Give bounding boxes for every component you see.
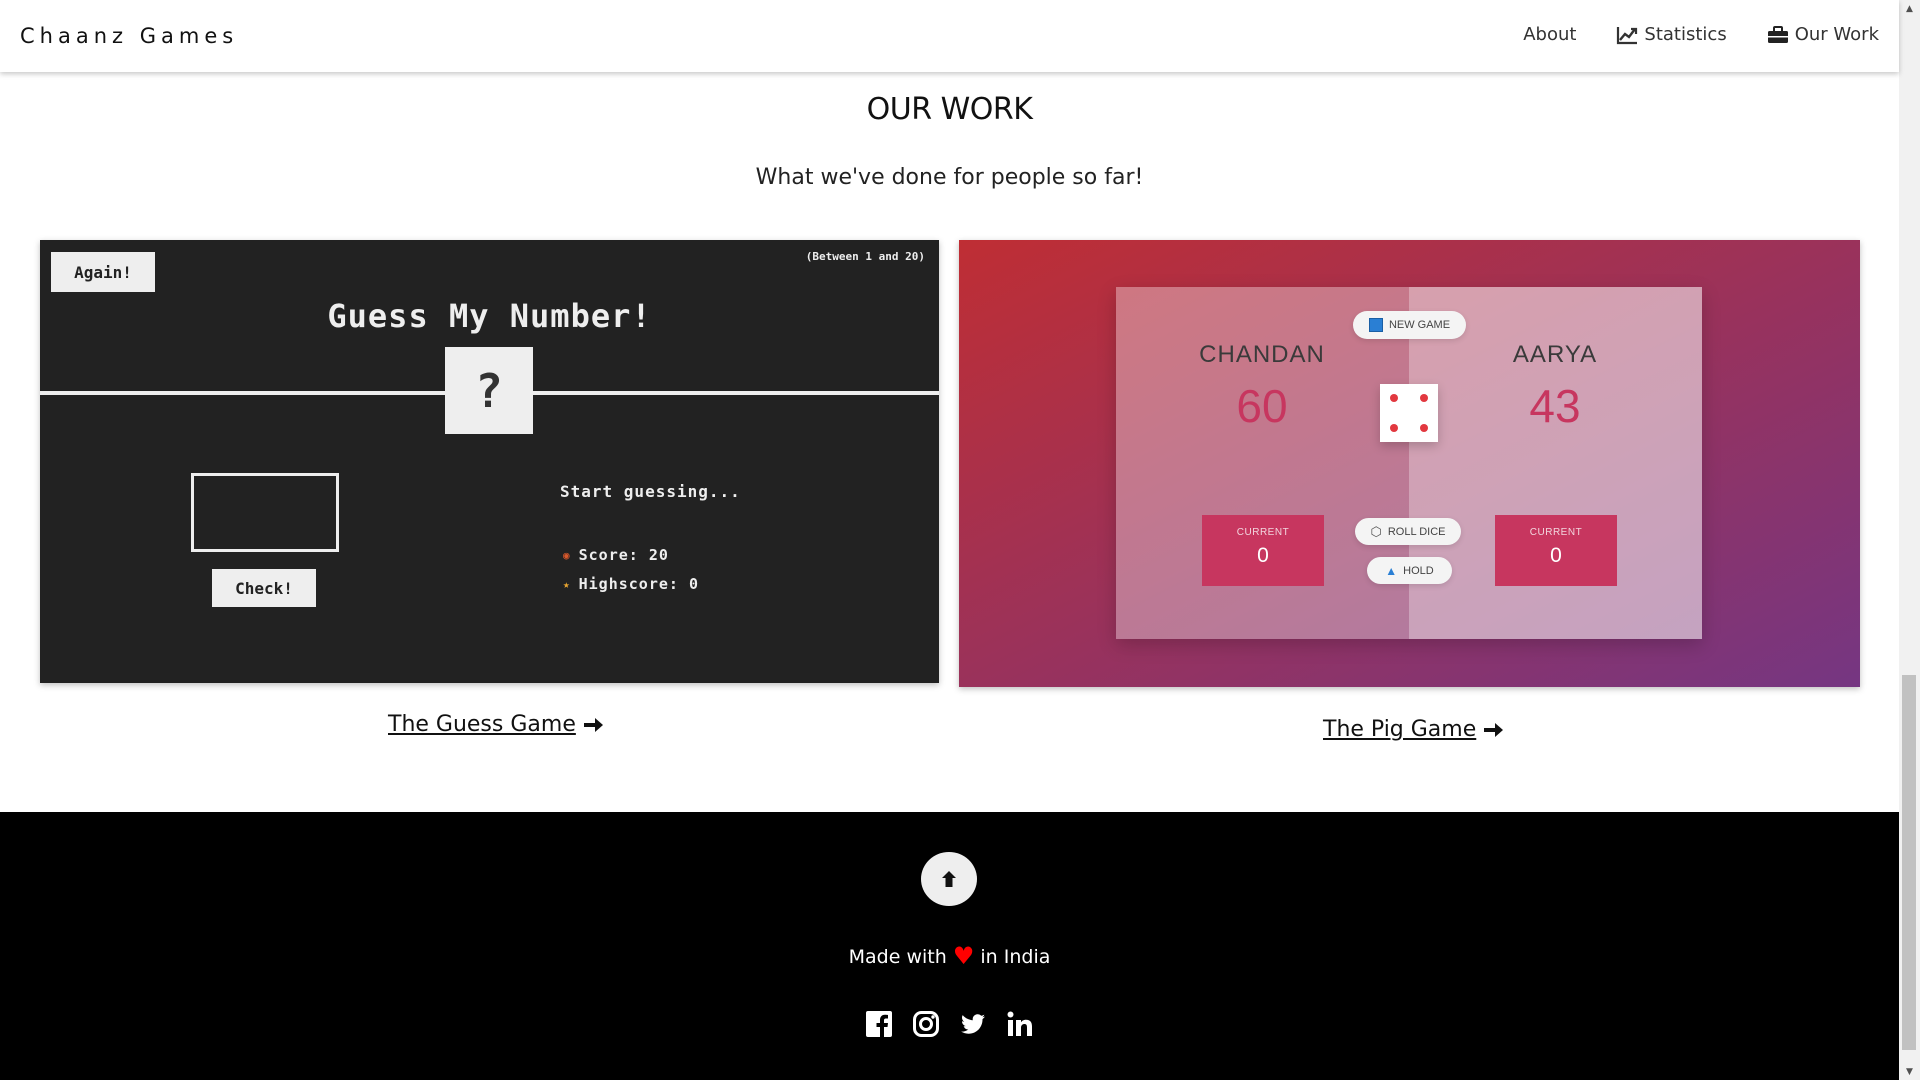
trophy-icon: ★	[563, 577, 571, 591]
guess-title: Guess My Number!	[327, 297, 652, 335]
nav-link-our-work[interactable]: Our Work	[1767, 24, 1879, 45]
pig-game-link-label: The Pig Game	[1323, 717, 1477, 742]
new-game-icon	[1368, 318, 1383, 332]
dice	[1380, 384, 1438, 442]
player-2-name: AARYA	[1512, 341, 1598, 368]
new-game-label: NEW GAME	[1388, 319, 1451, 331]
navbar: Chaanz Games About Statistics Our Work	[0, 0, 1899, 72]
briefcase-icon	[1767, 25, 1788, 43]
nav-link-label: About	[1523, 24, 1577, 45]
again-button: Again!	[51, 252, 155, 292]
scrollbar[interactable]: ▲ ▼	[1899, 0, 1920, 1080]
secret-number-box: ?	[445, 347, 533, 434]
instagram-icon[interactable]	[912, 1010, 940, 1038]
dice-pip	[1390, 394, 1398, 402]
roll-dice-button: ⬡ ROLL DICE	[1355, 518, 1461, 545]
range-label: (Between 1 and 20)	[805, 250, 925, 263]
scroll-down-arrow-icon[interactable]: ▼	[1899, 1063, 1920, 1080]
dice-pip	[1420, 394, 1428, 402]
heart-icon: ♥	[952, 942, 975, 970]
scroll-up-arrow-icon[interactable]: ▲	[1899, 0, 1920, 17]
player-2-score: 43	[1529, 380, 1581, 432]
guess-game-preview: Again! (Between 1 and 20) Guess My Numbe…	[40, 240, 939, 683]
hold-label: HOLD	[1403, 564, 1434, 577]
dice-pip	[1420, 424, 1428, 432]
brand-logo[interactable]: Chaanz Games	[20, 24, 238, 48]
nav-links: About Statistics Our Work	[1523, 24, 1879, 45]
score-icon: ◉	[563, 548, 571, 562]
player-1-current: CURRENT 0	[1202, 515, 1324, 586]
player-2-current: CURRENT 0	[1495, 515, 1617, 586]
current-label: CURRENT	[1529, 527, 1583, 538]
linkedin-icon[interactable]	[1006, 1010, 1034, 1038]
pig-game-link[interactable]: The Pig Game	[1323, 717, 1504, 742]
made-prefix: Made with	[848, 946, 947, 968]
nav-link-statistics[interactable]: Statistics	[1616, 24, 1727, 45]
scroll-to-top-button[interactable]	[921, 852, 977, 906]
pig-board: CHANDAN 60 AARYA 43 NEW GAME CURRENT 0 C…	[1116, 287, 1702, 639]
player-2-panel	[1409, 287, 1702, 639]
arrow-up-icon	[942, 871, 956, 887]
hold-button: ▲ HOLD	[1367, 557, 1452, 584]
line-chart-icon	[1617, 26, 1638, 44]
arrow-right-icon	[1484, 722, 1504, 737]
pig-game-preview: CHANDAN 60 AARYA 43 NEW GAME CURRENT 0 C…	[959, 240, 1860, 687]
hold-icon: ▲	[1385, 563, 1398, 578]
made-with-text: Made with ♥ in India	[0, 942, 1899, 970]
player-1-score: 60	[1236, 380, 1288, 432]
nav-link-about[interactable]: About	[1523, 24, 1576, 45]
current-value: 0	[1550, 544, 1562, 567]
dice-icon: ⬡	[1370, 523, 1382, 539]
score-label: Score: 20	[578, 546, 669, 564]
current-value: 0	[1257, 544, 1269, 567]
made-suffix: in India	[980, 946, 1051, 968]
nav-link-label: Our Work	[1794, 24, 1879, 45]
player-1-name: CHANDAN	[1199, 341, 1325, 368]
guess-input	[191, 473, 339, 552]
nav-link-label: Statistics	[1644, 24, 1727, 45]
guess-game-link[interactable]: The Guess Game	[388, 712, 604, 737]
highscore-label: Highscore: 0	[578, 575, 699, 593]
guess-message: Start guessing...	[560, 482, 741, 501]
score-row: ◉ Score: 20	[563, 546, 669, 564]
scrollbar-thumb[interactable]	[1902, 675, 1916, 1050]
new-game-button: NEW GAME	[1353, 311, 1466, 339]
social-links	[865, 1010, 1034, 1038]
arrow-right-icon	[583, 717, 603, 732]
section-subtitle: What we've done for people so far!	[755, 165, 1144, 190]
twitter-icon[interactable]	[959, 1010, 987, 1038]
check-button: Check!	[212, 569, 316, 607]
dice-pip	[1390, 424, 1398, 432]
roll-dice-label: ROLL DICE	[1387, 525, 1446, 538]
highscore-row: ★ Highscore: 0	[563, 575, 699, 593]
facebook-icon[interactable]	[865, 1010, 893, 1038]
guess-game-link-label: The Guess Game	[388, 712, 576, 737]
section-title: OUR WORK	[866, 92, 1033, 127]
current-label: CURRENT	[1236, 527, 1290, 538]
page: Chaanz Games About Statistics Our Work O…	[0, 0, 1899, 1080]
footer: Made with ♥ in India	[0, 812, 1899, 1080]
